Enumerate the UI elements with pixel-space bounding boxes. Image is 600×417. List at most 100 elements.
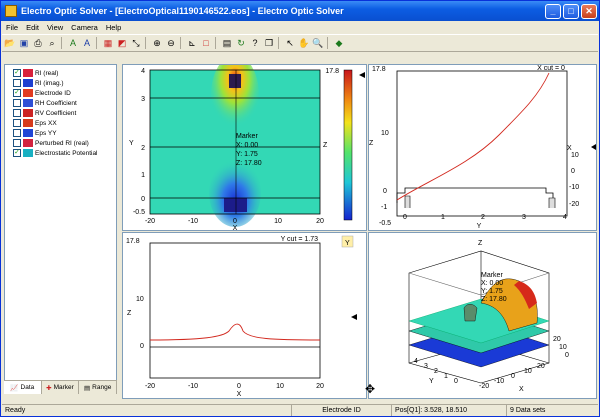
- save-icon[interactable]: ▣: [18, 37, 30, 49]
- x-tick: 0: [403, 214, 407, 221]
- layer-checkbox[interactable]: ✓: [13, 149, 21, 157]
- status-dataset: Electrode ID: [292, 405, 392, 416]
- layer-item[interactable]: ✓ Electrostatic Potential: [5, 148, 116, 158]
- menu-view[interactable]: View: [43, 23, 67, 32]
- layer-checkbox[interactable]: [13, 109, 21, 117]
- app-icon: [5, 5, 17, 17]
- layer-checkbox[interactable]: [13, 139, 21, 147]
- tab-range[interactable]: ▤ Range: [79, 381, 118, 394]
- layer-item[interactable]: RV Coefficient: [5, 108, 116, 118]
- field-plot[interactable]: Marker X: 0.00 Y: 1.75 Z: 17.80 4 3 2 1 …: [123, 65, 366, 230]
- x-tick: 10: [524, 368, 532, 375]
- bottom-electrode: [224, 198, 247, 212]
- layer-checkbox[interactable]: [13, 99, 21, 107]
- svg-text:Y: 1.75: Y: 1.75: [236, 151, 258, 158]
- pan-icon[interactable]: ✋: [298, 37, 310, 49]
- copy-icon[interactable]: ❐: [263, 37, 275, 49]
- x-tick: -10: [188, 383, 198, 390]
- layer-checkbox[interactable]: ✓: [13, 89, 21, 97]
- status-count: 9 Data sets: [510, 407, 546, 414]
- x-tick: 0: [237, 383, 241, 390]
- cold-spot: [209, 159, 261, 227]
- layer-checkbox[interactable]: [13, 79, 21, 87]
- svg-text:X: 0.00: X: 0.00: [481, 280, 503, 287]
- field-plot-pane[interactable]: Marker X: 0.00 Y: 1.75 Z: 17.80 4 3 2 1 …: [122, 64, 367, 231]
- status-bar: Ready Electrode ID Pos[Q1]: 3.528, 18.51…: [2, 404, 598, 416]
- tab-data[interactable]: 📈 Data: [4, 381, 42, 394]
- close-button[interactable]: ✕: [581, 3, 597, 19]
- cube-icon[interactable]: ◆: [333, 37, 345, 49]
- text-color-icon[interactable]: A: [67, 37, 79, 49]
- cut-slider[interactable]: [591, 144, 596, 150]
- surface-3d-plot[interactable]: Marker X: 0.00 Y: 1.75 Z: 17.80 Z 20 10 …: [369, 233, 596, 398]
- x-tick: 0: [233, 218, 237, 225]
- y-tick: 4: [414, 358, 418, 365]
- layer-checkbox[interactable]: [13, 119, 21, 127]
- tab-marker[interactable]: ✚ Marker: [42, 381, 80, 394]
- title-bar: Electro Optic Solver - [ElectroOptical11…: [1, 1, 599, 21]
- colorbar: [343, 69, 353, 221]
- svg-text:Z: 17.80: Z: 17.80: [481, 296, 507, 303]
- svg-text:Z: 17.80: Z: 17.80: [236, 160, 262, 167]
- surface-3d-pane[interactable]: Marker X: 0.00 Y: 1.75 Z: 17.80 Z 20 10 …: [365, 232, 597, 399]
- y-tick: 0: [141, 196, 145, 203]
- layer-item[interactable]: Eps YY: [5, 128, 116, 138]
- marker-icon[interactable]: ?: [249, 37, 261, 49]
- layer-item[interactable]: ✓ RI (real): [5, 68, 116, 78]
- right-tick: -10: [569, 184, 579, 191]
- minimize-button[interactable]: _: [545, 3, 561, 19]
- y-tick: 0: [140, 343, 144, 350]
- x-tick: -20: [479, 383, 489, 390]
- zoom-icon[interactable]: 🔍: [312, 37, 324, 49]
- x-axis-label: Y: [477, 223, 482, 230]
- svg-text:Marker: Marker: [236, 133, 258, 140]
- layer-item[interactable]: RH Coefficient: [5, 98, 116, 108]
- color-swatch: [23, 69, 33, 77]
- layer-checkbox[interactable]: [13, 129, 21, 137]
- ycut-plot-pane[interactable]: Y cut = 1.73 Y 17.8 10 0 Z -20 -10 0 10 …: [122, 232, 367, 399]
- zoom-in-icon[interactable]: ⊕: [151, 37, 163, 49]
- layer-item[interactable]: Perturbed RI (real): [5, 138, 116, 148]
- print-icon[interactable]: ⎙: [32, 37, 44, 49]
- grid-icon[interactable]: ▦: [102, 37, 114, 49]
- menu-edit[interactable]: Edit: [22, 23, 43, 32]
- color-swatch: [23, 139, 33, 147]
- toolbar: 📂 ▣ ⎙ ⌕ A A ▦ ◩ ⤡ ⊕ ⊖ ⊾ □ ▤ ↻ ? ❐ ↖ ✋ 🔍 …: [2, 34, 598, 52]
- x-tick: 20: [316, 218, 324, 225]
- pointer-icon[interactable]: ↖: [284, 37, 296, 49]
- colorbar-slider[interactable]: [359, 72, 365, 78]
- layer-item[interactable]: Eps XX: [5, 118, 116, 128]
- color-swatch: [23, 89, 33, 97]
- x-tick: -20: [145, 218, 155, 225]
- y-axis-label: Y: [129, 140, 134, 147]
- y-tick: -1: [381, 204, 387, 211]
- move-icon[interactable]: ✥: [365, 383, 375, 395]
- layer-item[interactable]: RI (imag.): [5, 78, 116, 88]
- box-icon[interactable]: □: [200, 37, 212, 49]
- status-ready: Ready: [2, 405, 292, 416]
- cut-slider[interactable]: [351, 314, 357, 320]
- color-swatch: [23, 99, 33, 107]
- maximize-button[interactable]: □: [563, 3, 579, 19]
- window-title: Electro Optic Solver - [ElectroOptical11…: [21, 6, 344, 16]
- x-axis-label: X: [237, 391, 242, 398]
- print-preview-icon[interactable]: ⌕: [46, 37, 58, 49]
- fit-icon[interactable]: ⤡: [130, 37, 142, 49]
- image-icon[interactable]: ◩: [116, 37, 128, 49]
- layer-checkbox[interactable]: ✓: [13, 69, 21, 77]
- layer-item[interactable]: ✓ Electrode ID: [5, 88, 116, 98]
- ycut-plot[interactable]: Y cut = 1.73 Y 17.8 10 0 Z -20 -10 0 10 …: [123, 233, 366, 398]
- zoom-out-icon[interactable]: ⊖: [165, 37, 177, 49]
- open-icon[interactable]: 📂: [4, 37, 16, 49]
- refresh-icon[interactable]: ↻: [235, 37, 247, 49]
- xcut-plot[interactable]: X cut = 0 17.8 10 0 -1 Z 10 0 -10 -20 X …: [369, 65, 596, 230]
- xcut-plot-pane[interactable]: X cut = 0 17.8 10 0 -1 Z 10 0 -10 -20 X …: [368, 64, 597, 231]
- menu-help[interactable]: Help: [102, 23, 125, 32]
- font-icon[interactable]: A: [81, 37, 93, 49]
- menu-camera[interactable]: Camera: [67, 23, 102, 32]
- axes-icon[interactable]: ⊾: [186, 37, 198, 49]
- menu-file[interactable]: File: [2, 23, 22, 32]
- svg-text:Y: Y: [345, 240, 350, 247]
- y-tick: 0: [454, 378, 458, 385]
- layout-icon[interactable]: ▤: [221, 37, 233, 49]
